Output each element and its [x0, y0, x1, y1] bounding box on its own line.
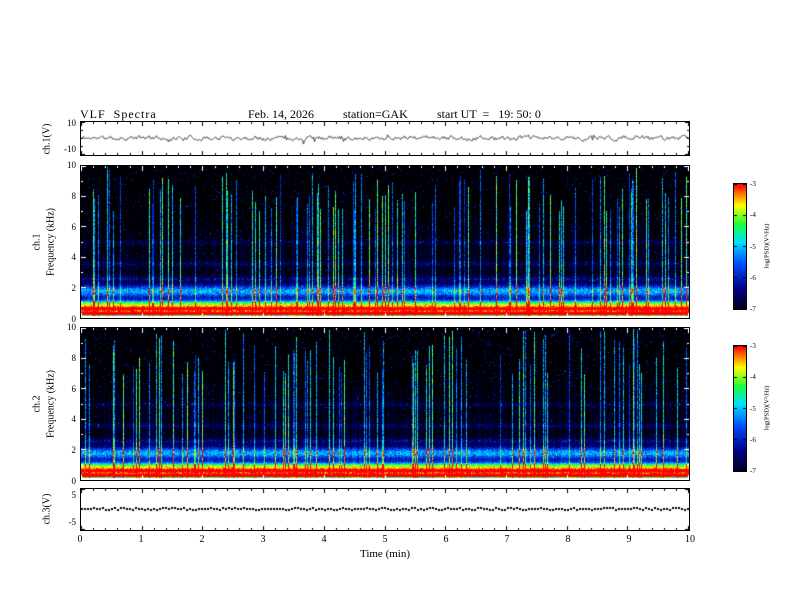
x-tick-label: 5 — [382, 534, 388, 545]
ch2-channel-label: ch.2 — [31, 395, 43, 413]
x-tick-label: 0 — [77, 534, 83, 545]
colorbar-tick-label: -7 — [750, 305, 756, 313]
ch3-wave-ymin-label: -5 — [68, 517, 77, 527]
ch1-colorbar-canvas — [734, 184, 746, 309]
ch2-spectrogram-panel — [80, 327, 690, 481]
y-tick-label: 2 — [71, 445, 77, 456]
ch3-waveform-canvas — [81, 489, 689, 530]
y-tick-label: 4 — [71, 252, 77, 263]
x-tick-label: 4 — [321, 534, 327, 545]
time-axis-label: Time (min) — [359, 548, 411, 560]
colorbar-tick-label: -3 — [750, 342, 756, 350]
y-tick-label: 6 — [71, 383, 77, 394]
x-tick-label: 9 — [626, 534, 632, 545]
ch1-waveform-canvas — [81, 122, 689, 155]
ch1-voltage-axis-label: ch.1(V) — [41, 123, 53, 155]
vlf-spectra-figure: VLF Spectra Feb. 14, 2026 station=GAK st… — [0, 0, 792, 612]
ch2-colorbar-label: log(PSD)(V²/Hz) — [763, 385, 771, 431]
x-tick-label: 3 — [260, 534, 266, 545]
ch1-spectrogram-panel — [80, 165, 690, 319]
ch1-waveform-panel — [80, 121, 690, 156]
station-label: station=GAK — [343, 107, 408, 121]
start-ut-label: start UT = 19: 50: 0 — [437, 107, 541, 121]
colorbar-tick-label: -4 — [750, 211, 756, 220]
y-tick-label: 10 — [67, 322, 76, 332]
date-label: Feb. 14, 2026 — [248, 107, 314, 121]
x-tick-label: 7 — [504, 534, 510, 545]
figure-title: VLF Spectra — [80, 107, 157, 121]
ch3-waveform-panel — [80, 488, 690, 531]
colorbar-tick-label: -3 — [750, 180, 756, 188]
y-tick-label: 6 — [71, 221, 77, 232]
colorbar-tick-label: -7 — [750, 467, 756, 475]
colorbar-tick-label: -6 — [750, 273, 756, 282]
ch1-colorbar — [733, 183, 747, 310]
y-tick-label: 0 — [71, 476, 77, 486]
y-tick-label: 4 — [71, 414, 77, 425]
ch2-colorbar-canvas — [734, 346, 746, 471]
x-tick-label: 2 — [199, 534, 205, 545]
x-tick-label: 10 — [685, 534, 695, 545]
y-tick-label: 10 — [67, 160, 76, 170]
ch1-frequency-axis-label: Frequency (kHz) — [45, 207, 57, 277]
colorbar-tick-label: -4 — [750, 373, 756, 382]
y-tick-label: 8 — [71, 352, 77, 363]
ch3-voltage-axis-label: ch.3(V) — [41, 493, 53, 525]
ch2-colorbar — [733, 345, 747, 472]
ch1-wave-ymax-label: 10 — [67, 118, 76, 128]
colorbar-tick-label: -6 — [750, 435, 756, 444]
ch1-colorbar-label: log(PSD)(V²/Hz) — [763, 223, 771, 269]
ch3-wave-ymax-label: 5 — [71, 490, 77, 500]
ch2-spectrogram-canvas — [81, 328, 689, 480]
ch1-spectrogram-canvas — [81, 166, 689, 318]
colorbar-tick-label: -5 — [750, 404, 756, 413]
x-tick-label: 1 — [138, 534, 144, 545]
ch2-frequency-axis-label: Frequency (kHz) — [45, 369, 57, 439]
x-tick-label: 8 — [565, 534, 571, 545]
colorbar-tick-label: -5 — [750, 242, 756, 251]
x-tick-label: 6 — [443, 534, 449, 545]
ch1-channel-label: ch.1 — [31, 233, 43, 251]
ch1-wave-ymin-label: -10 — [64, 144, 76, 154]
y-tick-label: 8 — [71, 190, 77, 201]
y-tick-label: 2 — [71, 283, 77, 294]
